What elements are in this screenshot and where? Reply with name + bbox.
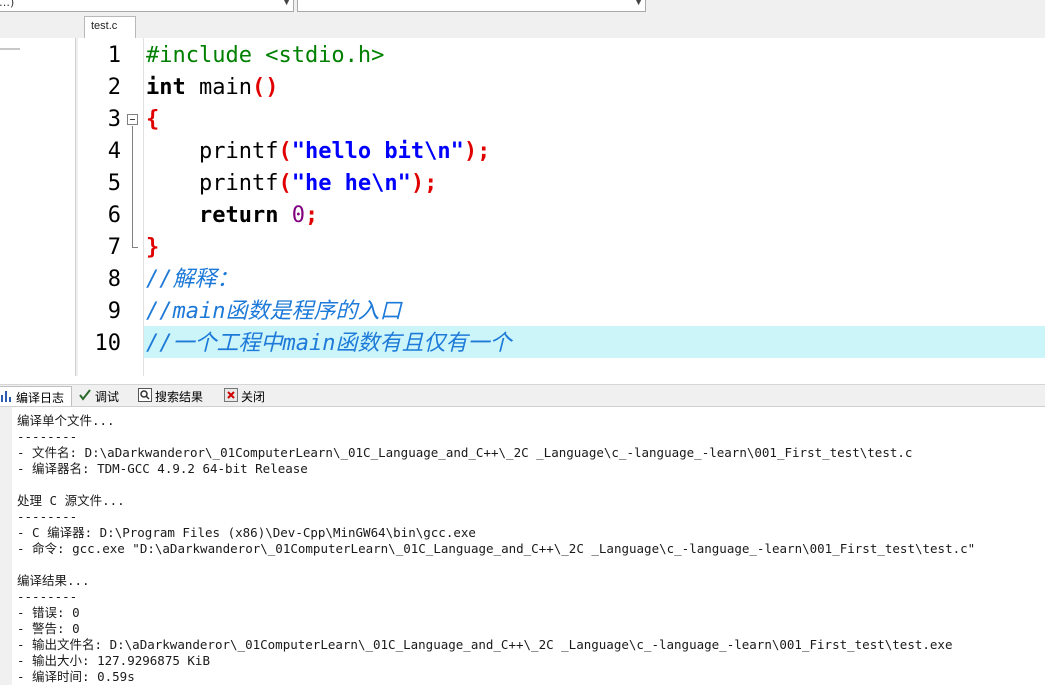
log-line: --------	[17, 589, 78, 604]
code-line-10: //一个工程中main函数有且仅有一个	[146, 328, 511, 360]
line-number: 5	[107, 171, 121, 196]
project-combo[interactable]: …) ▼	[0, 0, 294, 12]
tab-compile-log[interactable]: 编译日志	[0, 386, 72, 406]
function-combo[interactable]: ▼	[297, 0, 646, 12]
log-line: 处理 C 源文件...	[17, 493, 125, 508]
code-line-8: //解释：	[146, 264, 239, 296]
parenthesis: );	[410, 171, 438, 196]
log-line: - 输出文件名: D:\aDarkwanderor\_01ComputerLea…	[17, 637, 953, 652]
parenthesis: );	[463, 139, 491, 164]
code-line-1: #include <stdio.h>	[146, 40, 384, 72]
search-icon	[138, 388, 152, 402]
keyword: return	[146, 203, 279, 228]
string-literal: "he he\n"	[291, 171, 411, 196]
log-line: - 编译时间: 0.59s	[17, 669, 135, 684]
code-line-4: printf("hello bit\n");	[146, 136, 490, 168]
comment: //解释：	[146, 267, 239, 292]
identifier: printf	[146, 139, 279, 164]
string-literal: "hello bit\n"	[291, 139, 464, 164]
log-line: - 编译器名: TDM-GCC 4.9.2 64-bit Release	[17, 461, 308, 476]
line-number: 6	[107, 203, 121, 228]
tab-label: 关闭	[241, 390, 266, 404]
tab-test-c[interactable]: test.c	[84, 16, 136, 38]
bottom-panel-tabs: 编译日志 调试 搜索结果 关闭	[0, 384, 1045, 406]
log-line: --------	[17, 509, 78, 524]
tree-item[interactable]	[0, 48, 20, 50]
tab-debug[interactable]: 调试	[78, 386, 130, 406]
checkmark-icon	[78, 388, 92, 402]
tab-label: 搜索结果	[155, 390, 204, 404]
log-line: 编译单个文件...	[17, 413, 115, 428]
line-number: 7	[107, 235, 121, 260]
code-editor[interactable]: 1 2 3 4 5 6 7 8 9 10 #include <stdio.h> …	[78, 38, 1045, 376]
code-line-3: {	[146, 104, 159, 136]
compile-log-output[interactable]: 编译单个文件... -------- - 文件名: D:\aDarkwander…	[0, 406, 1045, 685]
parenthesis: (	[278, 171, 292, 196]
project-panel	[0, 14, 78, 376]
code-line-5: printf("he he\n");	[146, 168, 437, 200]
line-number: 2	[107, 75, 121, 100]
log-line: - 警告: 0	[17, 621, 80, 636]
line-number: 9	[107, 299, 121, 324]
fold-guide-line	[132, 126, 133, 247]
bar-chart-icon	[0, 389, 13, 403]
line-number: 10	[94, 331, 122, 356]
parenthesis: ()	[251, 75, 279, 100]
log-line: - 文件名: D:\aDarkwanderor\_01ComputerLearn…	[17, 445, 913, 460]
tab-search-results[interactable]: 搜索结果	[138, 386, 218, 406]
line-number: 4	[107, 139, 121, 164]
project-combo-value: …)	[0, 0, 15, 9]
comment: //一个工程中main函数有且仅有一个	[146, 331, 512, 356]
log-line: - 命令: gcc.exe "D:\aDarkwanderor\_01Compu…	[17, 541, 976, 556]
brace: {	[146, 107, 160, 132]
line-number: 1	[107, 43, 121, 68]
identifier: printf	[146, 171, 279, 196]
project-tree[interactable]	[0, 38, 76, 376]
log-line: - 输出大小: 127.9296875 KiB	[17, 653, 210, 668]
line-number: 3	[107, 107, 121, 132]
code-line-2: int main()	[146, 72, 278, 104]
tab-label: 调试	[95, 390, 120, 404]
tab-label: 编译日志	[16, 391, 65, 405]
number-literal: 0	[278, 203, 305, 228]
toolbar: …) ▼ ▼	[0, 0, 1045, 14]
comment: //main函数是程序的入口	[146, 299, 402, 324]
code-line-6: return 0;	[146, 200, 318, 232]
code-line-7: }	[146, 232, 159, 264]
identifier: main	[185, 75, 252, 100]
log-line: 编译结果...	[17, 573, 90, 588]
keyword: int	[146, 75, 186, 100]
tab-close[interactable]: 关闭	[224, 386, 276, 406]
log-line: - C 编译器: D:\Program Files (x86)\Dev-Cpp\…	[17, 525, 476, 540]
tab-label: test.c	[91, 20, 118, 32]
line-number-gutter: 1 2 3 4 5 6 7 8 9 10	[78, 38, 144, 376]
fold-collapse-icon[interactable]	[127, 114, 138, 125]
log-left-margin	[0, 407, 12, 685]
editor-tabbar: test.c	[78, 14, 1045, 38]
log-line: --------	[17, 429, 78, 444]
fold-end-marker	[132, 247, 138, 248]
line-number: 8	[107, 267, 121, 292]
brace: }	[146, 235, 160, 260]
log-line: - 错误: 0	[17, 605, 80, 620]
preprocessor-directive: #include <stdio.h>	[146, 43, 385, 68]
parenthesis: (	[278, 139, 292, 164]
chevron-down-icon[interactable]: ▼	[634, 0, 643, 7]
semicolon: ;	[304, 203, 319, 228]
code-line-9: //main函数是程序的入口	[146, 296, 401, 328]
close-icon	[224, 388, 238, 402]
chevron-down-icon[interactable]: ▼	[282, 0, 291, 7]
